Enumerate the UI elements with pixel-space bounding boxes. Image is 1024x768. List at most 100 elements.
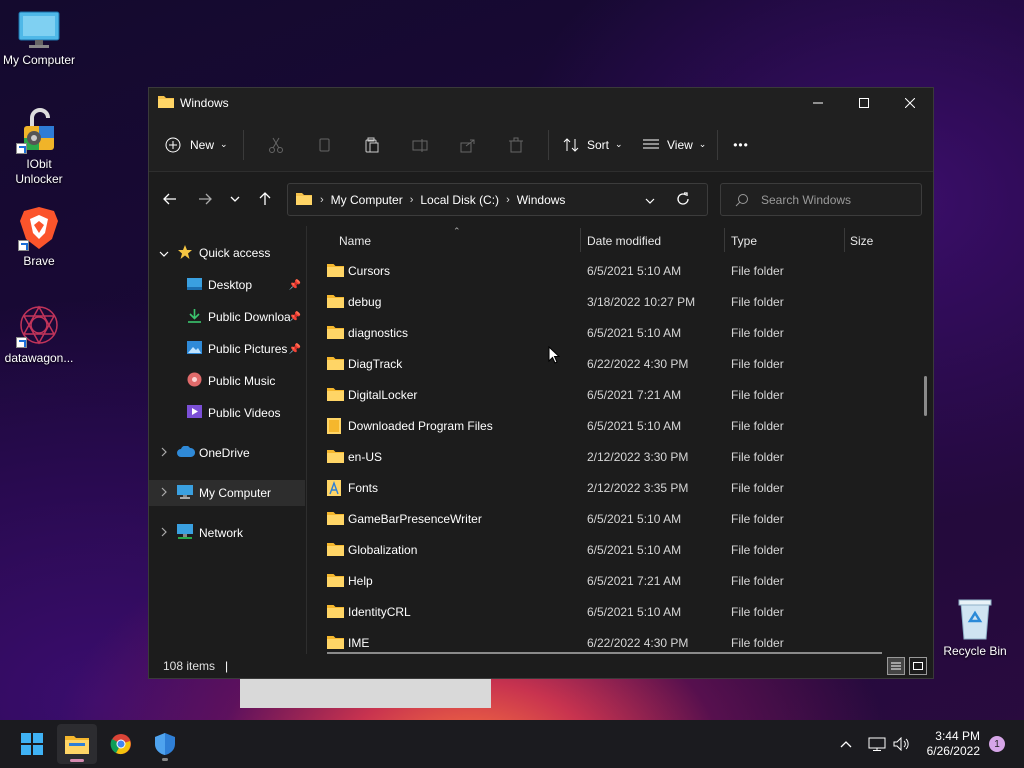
file-row[interactable]: en-US 2/12/2022 3:30 PM File folder [309,441,909,472]
file-name: DiagTrack [348,356,403,371]
rename-icon[interactable] [396,129,444,161]
desktop-icon-my-computer[interactable]: My Computer [0,10,78,68]
back-arrow-icon[interactable] [160,189,180,209]
volume-icon[interactable] [893,720,911,768]
column-divider[interactable] [844,228,845,252]
start-button[interactable] [12,724,52,764]
minimize-button[interactable] [795,88,841,118]
sidebar-item-public-pictures[interactable]: Public Pictures 📌 [149,336,305,362]
share-icon[interactable] [444,129,492,161]
file-row[interactable]: Cursors 6/5/2021 5:10 AM File folder [309,255,909,286]
file-name: diagnostics [348,325,409,340]
view-label: View [667,137,693,152]
file-row[interactable]: GameBarPresenceWriter 6/5/2021 5:10 AM Fil… [309,503,909,534]
refresh-icon[interactable] [676,192,690,209]
breadcrumb-local-disk[interactable]: Local Disk (C:) [420,193,499,207]
sidebar-item-network[interactable]: Network [149,520,305,546]
column-name[interactable]: Name [339,234,371,248]
clock-date: 6/26/2022 [926,744,980,758]
file-row[interactable]: Fonts 2/12/2022 3:35 PM File folder [309,472,909,503]
paste-icon[interactable] [348,129,396,161]
maximize-button[interactable] [841,88,887,118]
taskbar-chrome[interactable] [101,724,141,764]
desktop-icon-label: My Computer [2,53,76,67]
sidebar-item-onedrive[interactable]: OneDrive [149,440,305,466]
network-status-icon[interactable] [868,720,886,768]
column-divider[interactable] [580,228,581,252]
cut-icon[interactable] [252,129,300,161]
view-button[interactable]: View ⌄ [629,129,709,161]
sidebar-item-public-music[interactable]: Public Music [149,368,305,394]
forward-arrow-icon[interactable] [195,189,215,209]
sidebar-item-quick-access[interactable]: Quick access [149,240,305,266]
file-row[interactable]: DiagTrack 6/22/2022 4:30 PM File folder [309,348,909,379]
sort-button[interactable]: Sort ⌄ [557,129,629,161]
address-dropdown-icon[interactable] [645,193,655,207]
address-bar[interactable]: › My Computer › Local Disk (C:) › Window… [287,183,708,216]
view-lines-icon [643,139,659,148]
desktop-icon-brave[interactable]: Brave [0,205,78,269]
sidebar-item-desktop[interactable]: Desktop 📌 [149,272,305,298]
close-button[interactable] [887,88,933,118]
more-options-button[interactable]: ••• [726,129,756,161]
new-button[interactable]: New ⌄ [165,129,235,161]
recent-chevron-icon[interactable] [225,189,245,209]
file-list: Name ⌃ Date modified Type Size Cursors 6/… [309,226,933,656]
file-date: 6/5/2021 5:10 AM [587,325,682,340]
file-row[interactable]: Globalization 6/5/2021 5:10 AM File folder [309,534,909,565]
sidebar-label: Public Music [208,374,276,388]
column-date[interactable]: Date modified [587,234,661,248]
breadcrumb-windows[interactable]: Windows [517,193,566,207]
sidebar-item-public-downloads[interactable]: Public Downloa 📌 [149,304,305,330]
sort-ascending-icon: ⌃ [453,226,461,236]
notification-badge[interactable]: 1 [989,736,1005,752]
breadcrumb-my-computer[interactable]: My Computer [331,193,403,207]
copy-icon[interactable] [300,129,348,161]
folder-icon [327,387,344,404]
large-icons-view-icon[interactable] [909,657,927,675]
file-row[interactable]: diagnostics 6/5/2021 5:10 AM File folder [309,317,909,348]
file-date: 6/5/2021 7:21 AM [587,573,682,588]
file-row[interactable]: Help 6/5/2021 7:21 AM File folder [309,565,909,596]
file-row[interactable]: IdentityCRL 6/5/2021 5:10 AM File folder [309,596,909,627]
desktop-icon-iobit-unlocker[interactable]: IObit Unlocker [0,108,78,187]
file-date: 2/12/2022 3:30 PM [587,449,689,464]
column-divider[interactable] [724,228,725,252]
mouse-cursor-icon [548,346,560,364]
new-label: New [190,137,215,152]
sidebar-item-my-computer[interactable]: My Computer [149,480,305,506]
desktop-icon-label: datawagon... [4,351,74,365]
up-arrow-icon[interactable] [255,189,275,209]
tray-overflow-icon[interactable] [840,720,852,768]
vertical-scrollbar[interactable] [924,376,927,416]
desktop-icon-datawagon[interactable]: datawagon... [0,302,78,366]
more-icon: ••• [733,137,749,152]
fonts-folder-icon [327,480,341,499]
file-row[interactable]: debug 3/18/2022 10:27 PM File folder [309,286,909,317]
column-size[interactable]: Size [850,234,873,248]
delete-icon[interactable] [492,129,540,161]
desktop-icon-recycle-bin[interactable]: Recycle Bin [936,597,1014,659]
file-row[interactable]: Downloaded Program Files 6/5/2021 5:10 AM… [309,410,909,441]
separator [548,129,549,160]
brave-icon [18,205,60,251]
clock[interactable]: 3:44 PM 6/26/2022 [927,729,980,759]
recycle-bin-icon [955,597,995,641]
pin-icon: 📌 [288,343,301,355]
chevron-down-icon: ⌄ [698,139,707,149]
pin-icon: 📌 [288,311,301,323]
column-type[interactable]: Type [731,234,757,248]
music-icon [187,372,202,390]
taskbar-file-explorer[interactable] [57,724,97,764]
taskbar-security[interactable] [145,724,185,764]
file-name: DigitalLocker [348,387,418,402]
file-row[interactable]: DigitalLocker 6/5/2021 7:21 AM File folder [309,379,909,410]
search-input[interactable]: Search Windows [720,183,922,216]
title-bar[interactable]: Windows [149,88,933,118]
file-name: en-US [348,449,383,464]
sidebar-item-public-videos[interactable]: Public Videos [149,400,305,426]
details-view-icon[interactable] [887,657,905,675]
chevron-right-icon: › [409,193,414,206]
shortcut-arrow-icon [16,143,27,154]
chevron-down-icon [159,246,169,260]
